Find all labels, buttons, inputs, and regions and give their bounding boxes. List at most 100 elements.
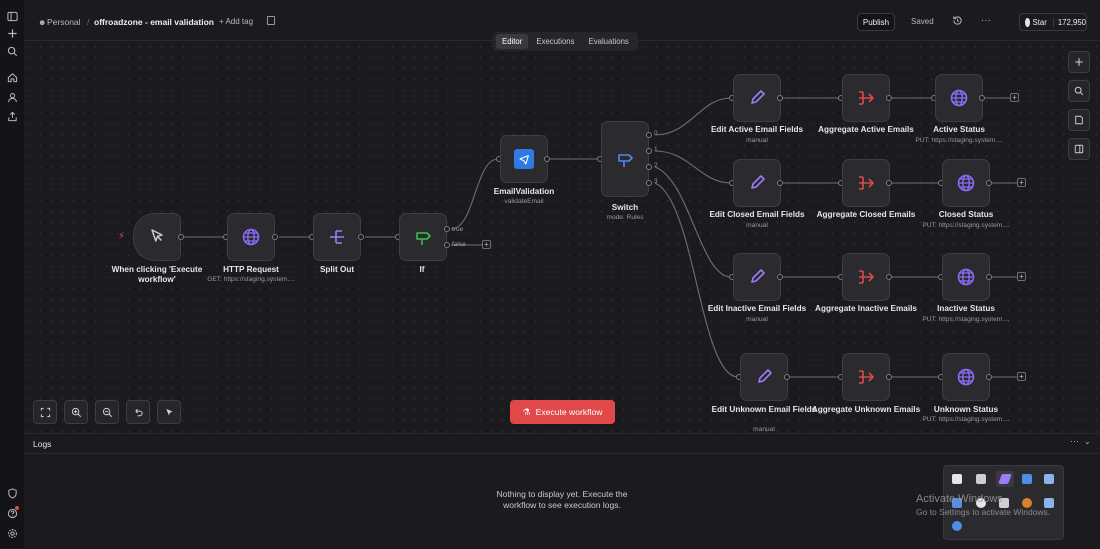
node-inactive-status[interactable] xyxy=(942,253,990,301)
output-port-false[interactable] xyxy=(444,242,450,248)
add-tag-button[interactable]: + Add tag xyxy=(219,17,253,26)
star-count: 172,950 xyxy=(1052,17,1086,27)
history-icon[interactable] xyxy=(952,15,963,29)
cursor-icon xyxy=(151,229,163,242)
sticky-note-button[interactable] xyxy=(1068,109,1090,131)
logs-empty-message: Nothing to display yet. Execute the work… xyxy=(496,489,628,510)
output-port[interactable] xyxy=(886,180,892,186)
output-port[interactable] xyxy=(544,156,550,162)
tab-evaluations[interactable]: Evaluations xyxy=(583,34,635,49)
output-port-3[interactable] xyxy=(646,180,652,186)
output-port[interactable] xyxy=(777,180,783,186)
saved-status: Saved xyxy=(911,17,934,26)
node-aggregate-closed[interactable] xyxy=(842,159,890,207)
output-port[interactable] xyxy=(986,374,992,380)
node-edit-unknown-fields[interactable] xyxy=(740,353,788,401)
tab-editor[interactable]: Editor xyxy=(496,34,529,49)
output-port-1[interactable] xyxy=(646,148,652,154)
add-node-button[interactable]: + xyxy=(1017,178,1026,187)
add-node-button[interactable]: + xyxy=(1017,372,1026,381)
app-icon[interactable] xyxy=(952,474,962,484)
document-icon[interactable] xyxy=(267,16,275,25)
notification-dot xyxy=(15,506,19,510)
node-closed-status[interactable] xyxy=(942,159,990,207)
publish-button[interactable]: Publish xyxy=(857,13,895,31)
globe-icon xyxy=(950,89,968,107)
node-label: Unknown Status xyxy=(933,405,999,414)
node-split-out[interactable] xyxy=(313,213,361,261)
signpost-icon xyxy=(618,154,633,167)
output-port[interactable] xyxy=(886,274,892,280)
add-node-panel-button[interactable] xyxy=(1068,51,1090,73)
breadcrumb-separator: / xyxy=(87,17,90,27)
output-port-2[interactable] xyxy=(646,164,652,170)
workflow-name[interactable]: offroadzone - email validation xyxy=(94,17,214,27)
node-http-request[interactable] xyxy=(227,213,275,261)
home-icon[interactable] xyxy=(4,69,20,85)
zoom-in-button[interactable] xyxy=(64,400,88,424)
output-port[interactable] xyxy=(986,180,992,186)
switch-output-label: 3 xyxy=(654,178,658,185)
output-port[interactable] xyxy=(886,374,892,380)
logs-header[interactable]: Logs ··· ⌄ xyxy=(24,434,1100,454)
add-node-button[interactable]: + xyxy=(1017,272,1026,281)
output-port[interactable] xyxy=(358,234,364,240)
zoom-out-button[interactable] xyxy=(95,400,119,424)
sidebar-toggle-icon[interactable] xyxy=(4,8,20,24)
node-active-status[interactable] xyxy=(935,74,983,122)
execute-workflow-button[interactable]: ⚗︎ Execute workflow xyxy=(510,400,615,424)
undo-button[interactable] xyxy=(126,400,150,424)
output-port[interactable] xyxy=(272,234,278,240)
panel-toggle-button[interactable] xyxy=(1068,138,1090,160)
output-port[interactable] xyxy=(886,95,892,101)
app-icon[interactable] xyxy=(1022,474,1032,484)
add-node-button[interactable]: + xyxy=(1010,93,1019,102)
search-icon[interactable] xyxy=(4,43,20,59)
tab-executions[interactable]: Executions xyxy=(530,34,580,49)
fit-view-button[interactable] xyxy=(33,400,57,424)
breadcrumb-personal[interactable]: Personal xyxy=(47,17,81,27)
output-port-true[interactable] xyxy=(444,226,450,232)
shield-icon[interactable] xyxy=(4,485,20,501)
output-port[interactable] xyxy=(784,374,790,380)
output-port[interactable] xyxy=(979,95,985,101)
node-aggregate-inactive[interactable] xyxy=(842,253,890,301)
share-icon[interactable] xyxy=(4,108,20,124)
node-label: Edit Closed Email Fields xyxy=(709,210,805,219)
search-nodes-button[interactable] xyxy=(1068,80,1090,102)
github-star-button[interactable]: Star 172,950 xyxy=(1019,13,1087,31)
chevron-down-icon[interactable]: ⌄ xyxy=(1084,437,1091,446)
node-edit-active-fields[interactable] xyxy=(733,74,781,122)
settings-icon[interactable] xyxy=(4,525,20,541)
more-menu-button[interactable]: ··· xyxy=(981,15,991,26)
node-unknown-status[interactable] xyxy=(942,353,990,401)
switch-output-label: 2 xyxy=(654,162,658,169)
node-subtitle: manual xyxy=(753,426,775,433)
app-icon[interactable] xyxy=(1044,474,1054,484)
node-edit-closed-fields[interactable] xyxy=(733,159,781,207)
output-port[interactable] xyxy=(777,274,783,280)
node-aggregate-active[interactable] xyxy=(842,74,890,122)
node-if[interactable] xyxy=(399,213,447,261)
output-port[interactable] xyxy=(178,234,184,240)
add-icon[interactable] xyxy=(4,25,20,41)
app-icon[interactable] xyxy=(976,474,986,484)
person-icon: ☻ xyxy=(38,18,47,27)
switch-output-label: 1 xyxy=(654,146,658,153)
app-icon[interactable] xyxy=(952,521,962,531)
logs-more-icon[interactable]: ··· xyxy=(1070,436,1079,446)
logs-title: Logs xyxy=(33,439,52,449)
user-icon[interactable] xyxy=(4,89,20,105)
node-email-validation[interactable] xyxy=(500,135,548,183)
output-port-0[interactable] xyxy=(646,132,652,138)
node-manual-trigger[interactable] xyxy=(133,213,181,261)
node-label: Active Status xyxy=(933,125,985,134)
add-node-button[interactable]: + xyxy=(482,240,491,249)
node-edit-inactive-fields[interactable] xyxy=(733,253,781,301)
output-port[interactable] xyxy=(777,95,783,101)
select-tool-button[interactable] xyxy=(157,400,181,424)
pencil-icon xyxy=(751,175,765,189)
output-port[interactable] xyxy=(986,274,992,280)
node-aggregate-unknown[interactable] xyxy=(842,353,890,401)
node-switch[interactable] xyxy=(601,121,649,197)
